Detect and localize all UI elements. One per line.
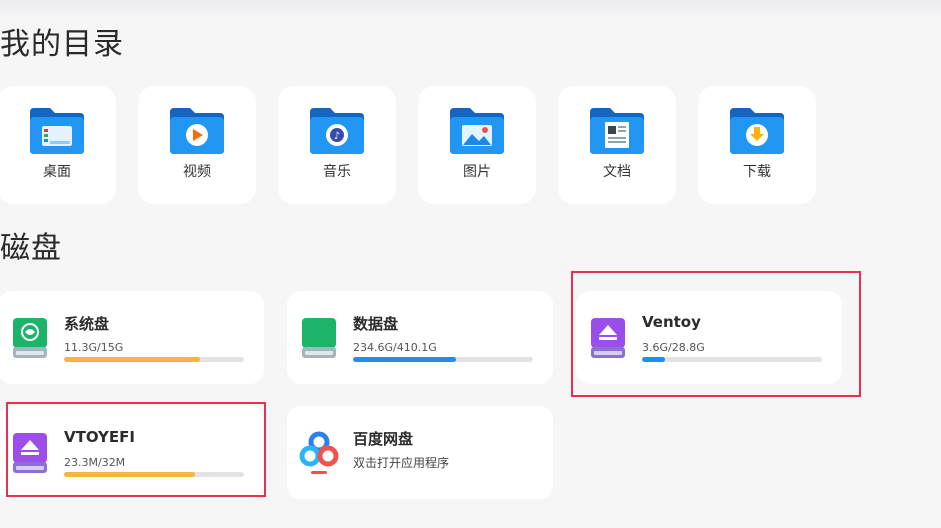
documents-folder-icon: [590, 108, 644, 154]
folder-label: 下载: [743, 164, 771, 180]
disk-name: Ventoy: [642, 313, 701, 331]
folder-pictures[interactable]: 图片: [418, 86, 536, 204]
disk-usage-bar: [64, 357, 244, 362]
disk-card-system[interactable]: 系统盘 11.3G/15G: [0, 291, 264, 384]
disk-usage-fill: [642, 357, 665, 362]
folder-label: 文档: [603, 164, 631, 180]
disk-size: 23.3M/32M: [64, 456, 126, 469]
disk-card-ventoy[interactable]: Ventoy 3.6G/28.8G: [576, 291, 842, 384]
folder-music[interactable]: ♪ 音乐: [278, 86, 396, 204]
music-folder-icon: ♪: [310, 108, 364, 154]
folder-documents[interactable]: 文档: [558, 86, 676, 204]
disk-name: VTOYEFI: [64, 428, 135, 446]
folder-desktop[interactable]: 桌面: [0, 86, 116, 204]
top-bar: [0, 0, 941, 18]
folder-downloads[interactable]: 下载: [698, 86, 816, 204]
video-folder-icon: [170, 108, 224, 154]
folder-label: 图片: [463, 164, 491, 180]
baidu-netdisk-subtitle: 双击打开应用程序: [353, 456, 450, 470]
baidu-netdisk-name: 百度网盘: [353, 430, 414, 448]
disk-size: 234.6G/410.1G: [353, 341, 437, 354]
disk-usage-fill: [64, 472, 196, 477]
disk-card-vtoyefi[interactable]: VTOYEFI 23.3M/32M: [0, 406, 264, 499]
disk-usage-bar: [642, 357, 822, 362]
data-disk-icon: [302, 318, 336, 358]
system-disk-icon: [13, 318, 47, 358]
my-directory-title: 我的目录: [0, 27, 124, 62]
svg-text:♪: ♪: [334, 131, 340, 142]
disk-usage-fill: [353, 357, 456, 362]
disk-card-data[interactable]: 数据盘 234.6G/410.1G: [287, 291, 553, 384]
pictures-folder-icon: [450, 108, 504, 154]
removable-disk-icon: [591, 318, 625, 358]
desktop-folder-icon: [30, 108, 84, 154]
disk-size: 3.6G/28.8G: [642, 341, 705, 354]
disk-name: 系统盘: [64, 315, 110, 333]
baidu-netdisk-icon: [299, 431, 339, 474]
disk-usage-bar: [64, 472, 244, 477]
folder-label: 音乐: [323, 164, 351, 180]
disk-name: 数据盘: [353, 315, 399, 333]
baidu-netdisk-card[interactable]: 百度网盘 双击打开应用程序: [287, 406, 553, 499]
folder-label: 桌面: [43, 164, 71, 180]
disk-usage-bar: [353, 357, 533, 362]
removable-disk-icon: [13, 433, 47, 473]
folder-videos[interactable]: 视频: [138, 86, 256, 204]
downloads-folder-icon: [730, 108, 784, 154]
folder-label: 视频: [183, 164, 211, 180]
disk-usage-fill: [64, 357, 200, 362]
disk-size: 11.3G/15G: [64, 341, 124, 354]
disks-title: 磁盘: [0, 231, 62, 266]
